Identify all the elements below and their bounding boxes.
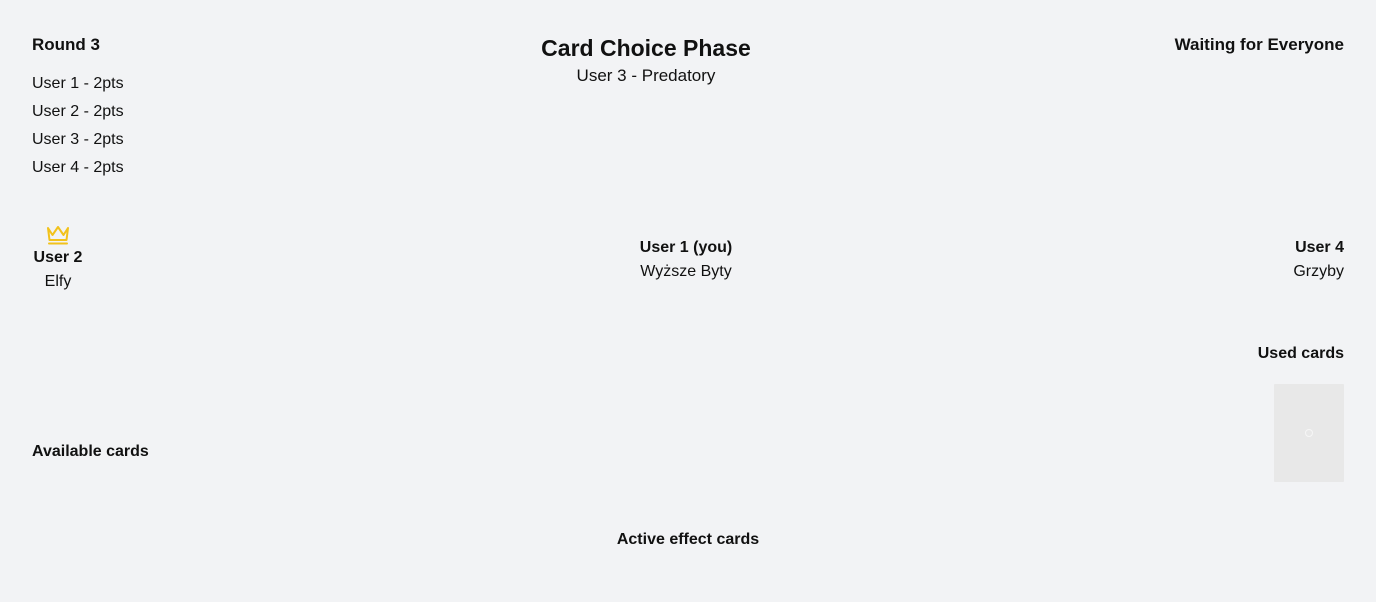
- phase-title: Card Choice Phase: [541, 35, 751, 61]
- score-item: User 3 - 2pts: [32, 131, 124, 148]
- crown-icon: [47, 226, 69, 245]
- player-name: User 2: [33, 249, 83, 266]
- player-faction: Elfy: [44, 273, 72, 290]
- score-item: User 2 - 2pts: [32, 103, 124, 120]
- available-cards-label: Available cards: [32, 443, 149, 460]
- score-item: User 1 - 2pts: [32, 75, 124, 92]
- player-user-4: User 4 Grzyby: [1293, 236, 1344, 284]
- score-item: User 4 - 2pts: [32, 159, 124, 176]
- player-faction: Grzyby: [1293, 263, 1344, 280]
- active-effect-cards-label: Active effect cards: [616, 531, 760, 548]
- score-list: User 1 - 2pts User 2 - 2pts User 3 - 2pt…: [32, 70, 124, 182]
- card-back-icon: [1305, 429, 1313, 437]
- phase-subtitle: User 3 - Predatory: [576, 66, 716, 85]
- player-user-2: User 2 Elfy: [32, 224, 84, 294]
- player-faction: Wyższe Byty: [640, 263, 732, 280]
- used-card-pile[interactable]: [1274, 384, 1344, 482]
- phase-header: Card Choice Phase User 3 - Predatory: [488, 33, 804, 88]
- player-name: User 4: [1295, 239, 1344, 256]
- player-name: User 1 (you): [639, 239, 733, 256]
- used-cards-label: Used cards: [1257, 345, 1344, 362]
- round-title: Round 3: [32, 35, 100, 54]
- waiting-status: Waiting for Everyone: [1174, 35, 1344, 54]
- player-user-1: User 1 (you) Wyższe Byty: [606, 236, 766, 284]
